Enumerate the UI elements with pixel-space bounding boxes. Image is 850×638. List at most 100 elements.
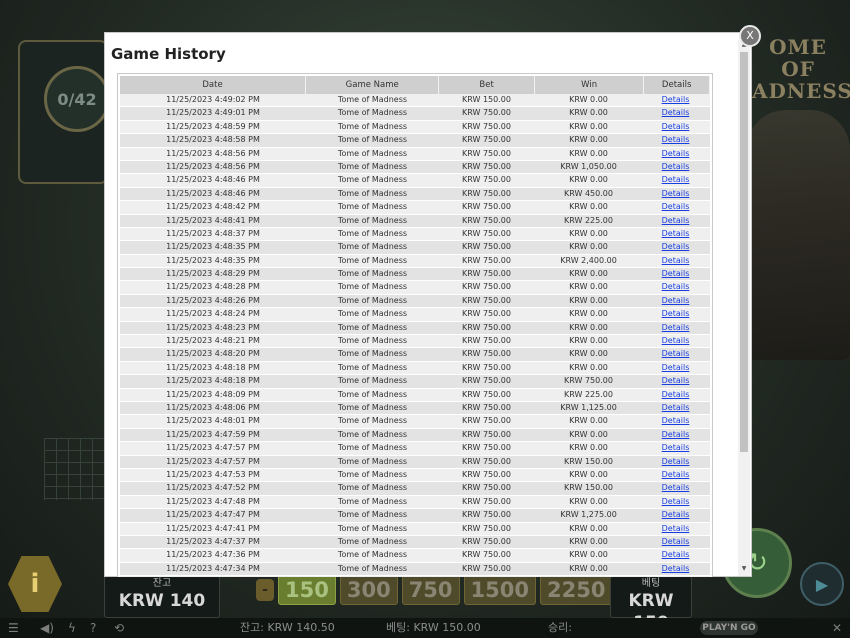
lightning-icon[interactable]: ϟ bbox=[68, 620, 76, 636]
details-link[interactable]: Details bbox=[662, 416, 690, 425]
details-link[interactable]: Details bbox=[662, 483, 690, 492]
details-link[interactable]: Details bbox=[662, 564, 690, 573]
bet-option[interactable]: 300 bbox=[339, 575, 398, 605]
cell-bet: KRW 750.00 bbox=[462, 188, 511, 198]
details-link[interactable]: Details bbox=[662, 149, 690, 158]
details-link[interactable]: Details bbox=[662, 108, 690, 117]
cell-details: Details bbox=[643, 469, 708, 481]
history-table: Date Game Name Bet Win Details 11/25/202… bbox=[117, 73, 713, 577]
cell-win: KRW 0.00 bbox=[569, 336, 608, 346]
cell-date: 11/25/2023 4:48:24 PM bbox=[166, 309, 260, 319]
cell-details: Details bbox=[643, 281, 708, 293]
table-row: 11/25/2023 4:48:21 PM Tome of Madness KRW … bbox=[120, 335, 710, 349]
details-link[interactable]: Details bbox=[662, 376, 690, 385]
details-link[interactable]: Details bbox=[662, 296, 690, 305]
table-row: 11/25/2023 4:48:20 PM Tome of Madness KRW … bbox=[120, 348, 710, 362]
cell-game-name: Tome of Madness bbox=[337, 563, 408, 573]
bet-option[interactable]: 1500 bbox=[463, 575, 536, 605]
cell-details: Details bbox=[643, 228, 708, 240]
bet-decrease-button[interactable]: - bbox=[256, 579, 274, 601]
details-link[interactable]: Details bbox=[662, 242, 690, 251]
modal-scrollbar[interactable]: ▲ ▼ bbox=[738, 40, 750, 576]
details-link[interactable]: Details bbox=[662, 175, 690, 184]
table-row: 11/25/2023 4:49:02 PM Tome of Madness KRW … bbox=[120, 94, 710, 108]
autoplay-button[interactable]: ▶ bbox=[800, 562, 844, 606]
cell-bet: KRW 750.00 bbox=[462, 443, 511, 453]
table-row: 11/25/2023 4:47:41 PM Tome of Madness KRW … bbox=[120, 522, 710, 536]
cell-bet: KRW 750.00 bbox=[462, 242, 511, 252]
scroll-down-arrow-icon[interactable]: ▼ bbox=[738, 564, 750, 574]
status-balance: 잔고: KRW 140.50 bbox=[240, 621, 335, 634]
details-link[interactable]: Details bbox=[662, 189, 690, 198]
details-link[interactable]: Details bbox=[662, 403, 690, 412]
details-link[interactable]: Details bbox=[662, 202, 690, 211]
close-button[interactable]: X bbox=[739, 25, 761, 47]
cell-game-name: Tome of Madness bbox=[337, 108, 408, 118]
cell-game-name: Tome of Madness bbox=[337, 161, 408, 171]
cell-game-name: Tome of Madness bbox=[337, 148, 408, 158]
help-icon[interactable]: ? bbox=[90, 620, 96, 636]
bet-option[interactable]: 150 bbox=[278, 575, 336, 605]
details-link[interactable]: Details bbox=[662, 457, 690, 466]
cell-details: Details bbox=[643, 415, 708, 427]
cell-win: KRW 0.00 bbox=[569, 242, 608, 252]
table-row: 11/25/2023 4:48:29 PM Tome of Madness KRW … bbox=[120, 268, 710, 282]
details-link[interactable]: Details bbox=[662, 470, 690, 479]
details-link[interactable]: Details bbox=[662, 510, 690, 519]
table-row: 11/25/2023 4:48:37 PM Tome of Madness KRW … bbox=[120, 227, 710, 242]
cell-win: KRW 750.00 bbox=[564, 376, 613, 386]
details-link[interactable]: Details bbox=[662, 550, 690, 559]
menu-icon[interactable]: ☰ bbox=[8, 620, 19, 636]
bet-option[interactable]: 2250 bbox=[539, 575, 613, 605]
details-link[interactable]: Details bbox=[662, 269, 690, 278]
cell-bet: KRW 750.00 bbox=[462, 322, 511, 332]
cell-game-name: Tome of Madness bbox=[337, 282, 408, 292]
cell-game-name: Tome of Madness bbox=[337, 349, 408, 359]
details-link[interactable]: Details bbox=[662, 336, 690, 345]
details-link[interactable]: Details bbox=[662, 537, 690, 546]
details-link[interactable]: Details bbox=[662, 216, 690, 225]
cell-details: Details bbox=[643, 215, 708, 227]
details-link[interactable]: Details bbox=[662, 349, 690, 358]
close-game-icon[interactable]: ✕ bbox=[832, 620, 842, 636]
details-link[interactable]: Details bbox=[662, 497, 690, 506]
details-link[interactable]: Details bbox=[662, 323, 690, 332]
cell-details: Details bbox=[643, 496, 708, 508]
column-header-win: Win bbox=[535, 76, 645, 94]
details-link[interactable]: Details bbox=[662, 309, 690, 318]
cell-details: Details bbox=[643, 456, 708, 468]
spin-counter: 0/42 bbox=[44, 66, 110, 132]
cell-game-name: Tome of Madness bbox=[337, 402, 408, 412]
bet-option[interactable]: 750 bbox=[401, 575, 460, 605]
cell-date: 11/25/2023 4:48:01 PM bbox=[166, 416, 260, 426]
details-link[interactable]: Details bbox=[662, 256, 690, 265]
details-link[interactable]: Details bbox=[662, 122, 690, 131]
details-link[interactable]: Details bbox=[662, 443, 690, 452]
scroll-thumb[interactable] bbox=[740, 52, 748, 452]
details-link[interactable]: Details bbox=[662, 524, 690, 533]
details-link[interactable]: Details bbox=[662, 363, 690, 372]
table-row: 11/25/2023 4:47:33 PMTome of MadnessKRW … bbox=[120, 576, 710, 577]
table-row: 11/25/2023 4:48:35 PM Tome of Madness KRW … bbox=[120, 254, 710, 269]
cell-win: KRW 150.00 bbox=[564, 483, 613, 493]
cell-bet: KRW 750.00 bbox=[462, 469, 511, 479]
details-link[interactable]: Details bbox=[662, 430, 690, 439]
cell-date: 11/25/2023 4:49:02 PM bbox=[166, 95, 260, 104]
table-row: 11/25/2023 4:48:42 PM Tome of Madness KRW … bbox=[120, 201, 710, 215]
history-icon[interactable]: ⟲ bbox=[114, 620, 124, 636]
cell-win: KRW 0.00 bbox=[569, 269, 608, 279]
details-link[interactable]: Details bbox=[662, 229, 690, 238]
cell-bet: KRW 750.00 bbox=[462, 228, 511, 238]
table-row: 11/25/2023 4:48:56 PM Tome of Madness KRW … bbox=[120, 147, 710, 161]
cell-game-name: Tome of Madness bbox=[337, 121, 408, 131]
details-link[interactable]: Details bbox=[662, 162, 690, 171]
table-row: 11/25/2023 4:47:37 PM Tome of Madness KRW … bbox=[120, 535, 710, 550]
details-link[interactable]: Details bbox=[662, 390, 690, 399]
cell-date: 11/25/2023 4:47:52 PM bbox=[166, 483, 260, 493]
table-row: 11/25/2023 4:47:57 PM Tome of Madness KRW … bbox=[120, 455, 710, 469]
sound-icon[interactable]: ◀) bbox=[40, 620, 54, 636]
table-row: 11/25/2023 4:48:23 PM Tome of Madness KRW … bbox=[120, 321, 710, 336]
details-link[interactable]: Details bbox=[662, 135, 690, 144]
details-link[interactable]: Details bbox=[662, 282, 690, 291]
details-link[interactable]: Details bbox=[662, 95, 690, 104]
